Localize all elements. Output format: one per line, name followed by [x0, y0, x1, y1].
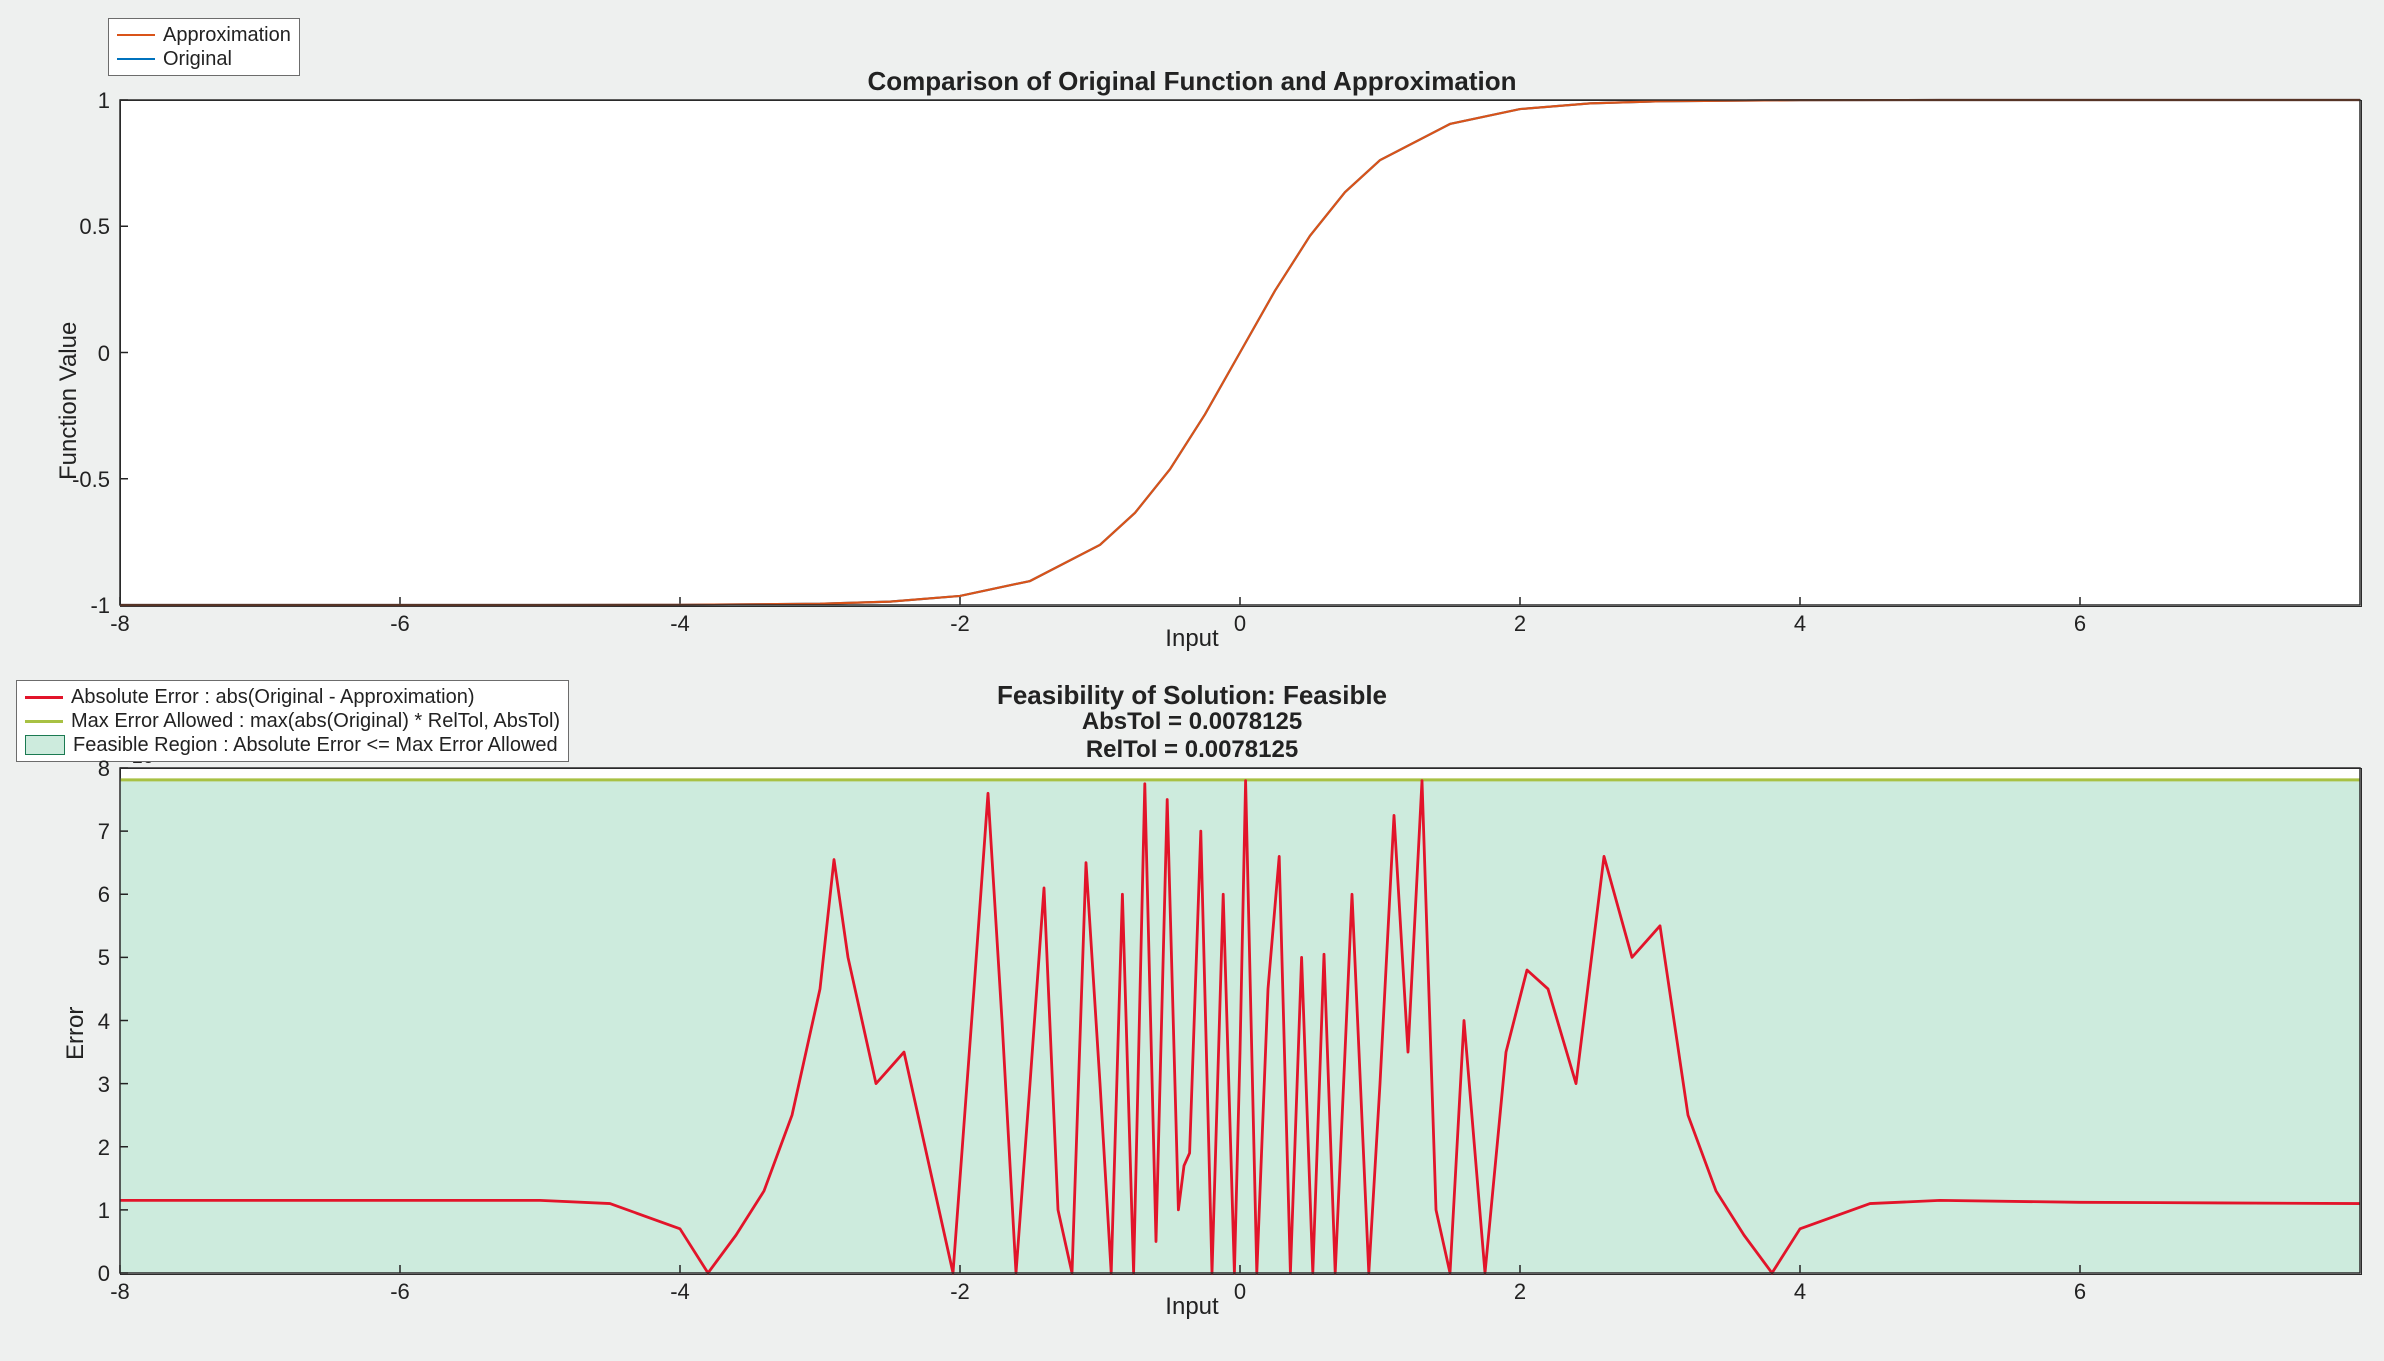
bottom-legend-item-region: Feasible Region : Absolute Error <= Max … — [25, 733, 560, 757]
ytick-label: 8 — [65, 756, 110, 782]
bottom-legend-item-error: Absolute Error : abs(Original - Approxim… — [25, 685, 560, 709]
xtick-label: -4 — [640, 611, 720, 637]
xtick-label: 0 — [1200, 1279, 1280, 1305]
ytick-label: 1 — [40, 88, 110, 114]
xtick-label: -6 — [360, 611, 440, 637]
ytick-label: 2 — [65, 1135, 110, 1161]
ytick-label: 7 — [65, 819, 110, 845]
ytick-label: 0 — [65, 1261, 110, 1287]
bottom-legend-label: Max Error Allowed : max(abs(Original) * … — [71, 709, 560, 733]
xtick-label: 0 — [1200, 611, 1280, 637]
xtick-label: -6 — [360, 1279, 440, 1305]
bottom-legend[interactable]: Absolute Error : abs(Original - Approxim… — [16, 680, 569, 762]
ytick-label: 6 — [65, 882, 110, 908]
bottom-legend-item-maxerr: Max Error Allowed : max(abs(Original) * … — [25, 709, 560, 733]
ytick-label: -1 — [40, 593, 110, 619]
ytick-label: 0.5 — [40, 214, 110, 240]
legend-swatch-icon — [25, 720, 63, 723]
bottom-xlabel: Input — [0, 1293, 2384, 1321]
ytick-label: 4 — [65, 1009, 110, 1035]
ytick-label: 5 — [65, 945, 110, 971]
xtick-label: -2 — [920, 611, 1000, 637]
xtick-label: 2 — [1480, 1279, 1560, 1305]
bottom-legend-label: Absolute Error : abs(Original - Approxim… — [71, 685, 475, 709]
xtick-label: -2 — [920, 1279, 1000, 1305]
xtick-label: -4 — [640, 1279, 720, 1305]
xtick-label: 6 — [2040, 1279, 2120, 1305]
bottom-legend-label: Feasible Region : Absolute Error <= Max … — [73, 733, 558, 757]
xtick-label: 4 — [1760, 1279, 1840, 1305]
ytick-label: 1 — [65, 1198, 110, 1224]
figure-root: Comparison of Original Function and Appr… — [0, 0, 2384, 1361]
ytick-label: -0.5 — [40, 467, 110, 493]
xtick-label: 4 — [1760, 611, 1840, 637]
ytick-label: 3 — [65, 1072, 110, 1098]
legend-swatch-icon — [25, 735, 65, 755]
xtick-label: 2 — [1480, 611, 1560, 637]
ytick-label: 0 — [40, 341, 110, 367]
legend-swatch-icon — [25, 696, 63, 699]
xtick-label: 6 — [2040, 611, 2120, 637]
